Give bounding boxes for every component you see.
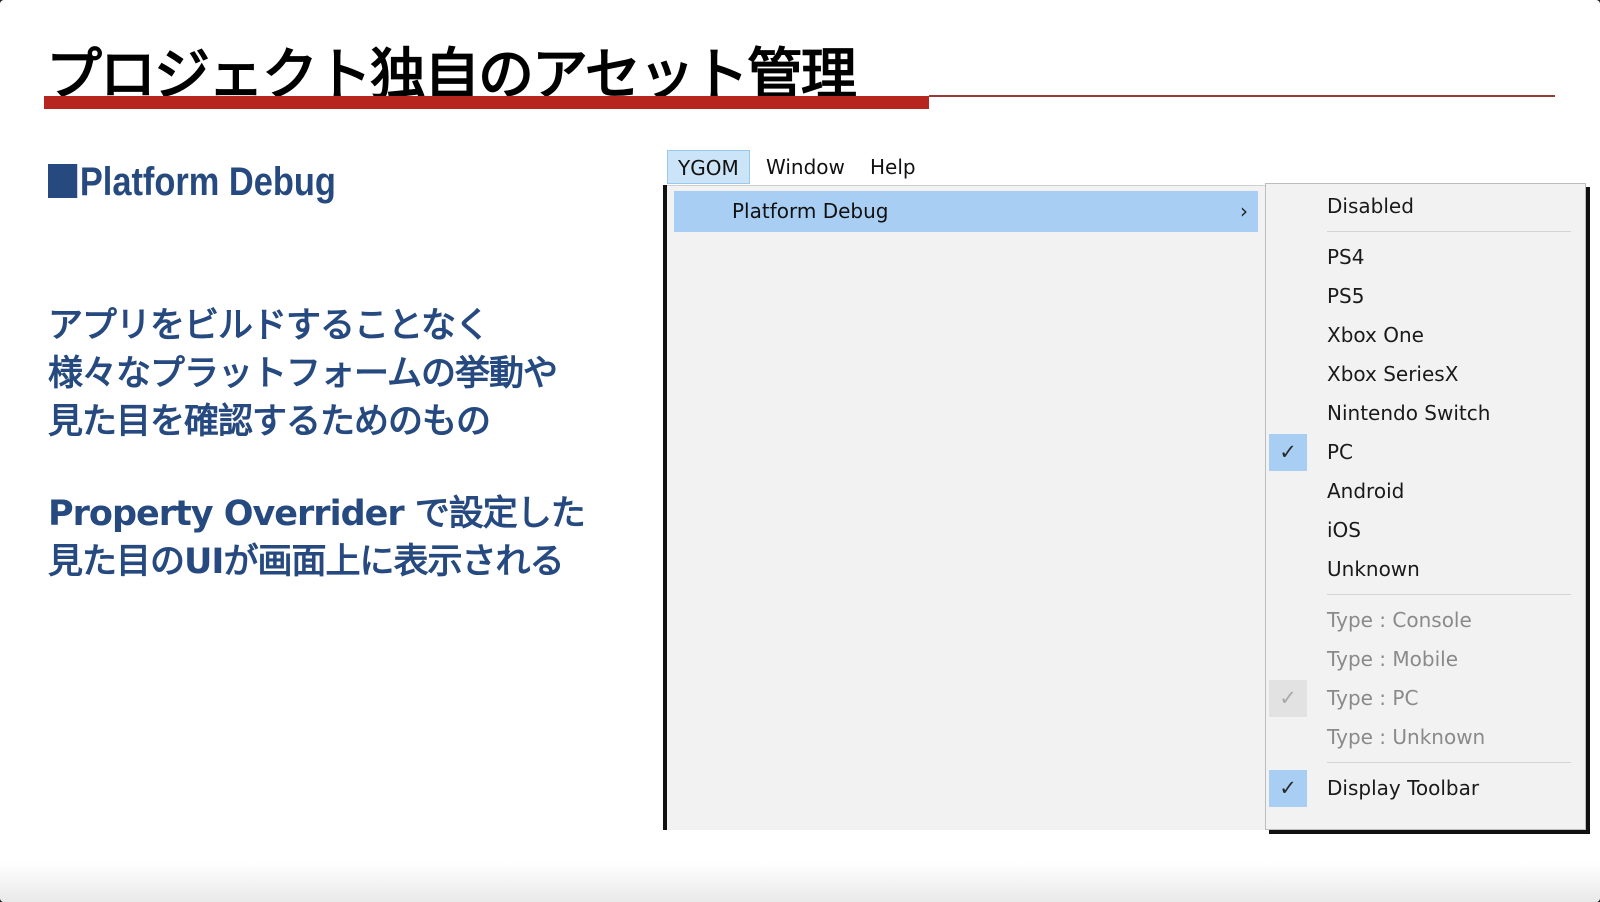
submenu-item-label: Type : Mobile (1327, 647, 1458, 671)
title-underline-thin (929, 95, 1555, 97)
submenu-item-disabled[interactable]: Disabled (1266, 187, 1585, 226)
menu-ygom[interactable]: YGOM (667, 150, 750, 184)
submenu-item-type-unknown: Type : Unknown (1266, 718, 1585, 757)
menu-separator (1327, 594, 1571, 595)
submenu-item-ps5[interactable]: PS5 (1266, 277, 1585, 316)
submenu-item-label: Xbox One (1327, 323, 1424, 347)
submenu-item-label: Disabled (1327, 194, 1414, 218)
description-line: アプリをビルドすることなく (48, 306, 490, 346)
title-underline-accent (44, 96, 929, 109)
submenu-item-android[interactable]: Android (1266, 472, 1585, 511)
description-line: 様々なプラットフォームの挙動や (48, 354, 558, 394)
menu-bar: YGOM Window Help (663, 147, 1593, 185)
menu-window[interactable]: Window (756, 150, 855, 184)
checkmark-icon: ✓ (1269, 434, 1307, 471)
submenu-item-label: Type : Unknown (1327, 725, 1486, 749)
checkmark-icon: ✓ (1269, 680, 1307, 717)
description-line: Property Overrider で設定した (48, 494, 586, 534)
submenu-item-label: Nintendo Switch (1327, 401, 1491, 425)
submenu-item-ios[interactable]: iOS (1266, 511, 1585, 550)
submenu-item-label: PC (1327, 440, 1354, 464)
description-block-1: アプリをビルドすることなく 様々なプラットフォームの挙動や 見た目を確認するため… (48, 302, 558, 446)
menu-separator (1327, 762, 1571, 763)
submenu-item-type-mobile: Type : Mobile (1266, 640, 1585, 679)
platform-debug-submenu: Disabled PS4 PS5 Xbox One Xbox SeriesX N… (1265, 183, 1586, 830)
section-heading-label: Platform Debug (79, 160, 336, 204)
submenu-item-unknown[interactable]: Unknown (1266, 550, 1585, 589)
section-heading: Platform Debug (48, 160, 336, 205)
menu-help[interactable]: Help (860, 150, 926, 184)
menu-item-platform-debug[interactable]: Platform Debug › (674, 191, 1258, 232)
ygom-dropdown-menu: Platform Debug › (667, 185, 1265, 830)
submenu-item-xbox-seriesx[interactable]: Xbox SeriesX (1266, 355, 1585, 394)
menu-item-label: Platform Debug (732, 199, 889, 223)
submenu-item-xbox-one[interactable]: Xbox One (1266, 316, 1585, 355)
submenu-item-type-pc: ✓ Type : PC (1266, 679, 1585, 718)
submenu-item-label: Unknown (1327, 557, 1420, 581)
submenu-item-pc[interactable]: ✓ PC (1266, 433, 1585, 472)
description-line: 見た目を確認するためのもの (48, 402, 491, 442)
submenu-item-display-toolbar[interactable]: ✓ Display Toolbar (1266, 769, 1585, 808)
submenu-item-label: iOS (1327, 518, 1361, 542)
submenu-item-label: PS5 (1327, 284, 1365, 308)
editor-menu-screenshot: YGOM Window Help Platform Debug › Disabl… (663, 147, 1593, 830)
submenu-item-ps4[interactable]: PS4 (1266, 238, 1585, 277)
chevron-right-icon: › (1240, 199, 1248, 223)
checkmark-icon: ✓ (1269, 770, 1307, 807)
submenu-item-label: Type : Console (1327, 608, 1472, 632)
submenu-item-label: Type : PC (1327, 686, 1419, 710)
submenu-item-label: Android (1327, 479, 1405, 503)
menu-separator (1327, 231, 1571, 232)
square-bullet-icon (48, 164, 78, 198)
description-block-2: Property Overrider で設定した 見た目のUIが画面上に表示され… (48, 490, 586, 586)
submenu-item-label: Display Toolbar (1327, 776, 1480, 800)
submenu-item-label: PS4 (1327, 245, 1365, 269)
slide: プロジェクト独自のアセット管理 Platform Debug アプリをビルドする… (0, 0, 1600, 902)
slide-bottom-shade (0, 862, 1600, 902)
submenu-item-nintendo-switch[interactable]: Nintendo Switch (1266, 394, 1585, 433)
description-line: 見た目のUIが画面上に表示される (48, 542, 564, 582)
submenu-item-label: Xbox SeriesX (1327, 362, 1459, 386)
submenu-item-type-console: Type : Console (1266, 601, 1585, 640)
